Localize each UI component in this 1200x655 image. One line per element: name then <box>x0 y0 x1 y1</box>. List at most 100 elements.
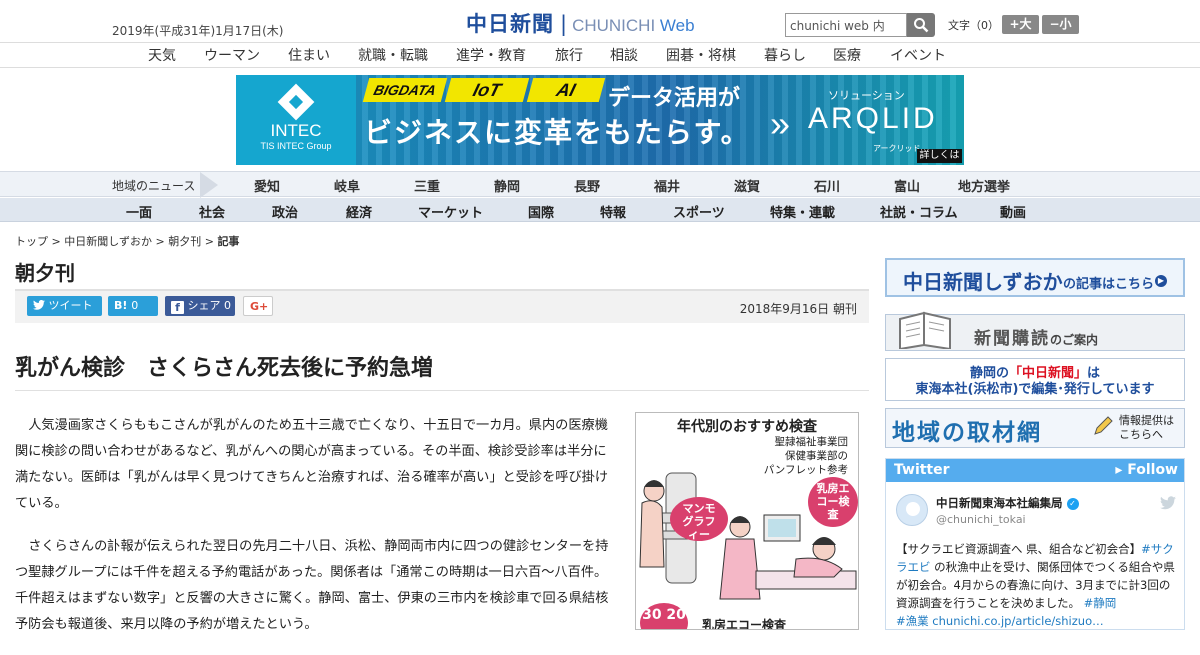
category-item[interactable]: 一面 <box>126 202 152 221</box>
search-input[interactable] <box>785 13 907 37</box>
figure-caption: 乳房エコー検査 <box>702 618 787 630</box>
tweet-author[interactable]: 中日新聞東海本社編集局 ✓ <box>936 495 1079 511</box>
region-item[interactable]: 福井 <box>654 176 680 195</box>
local-network-box[interactable]: 地域の取材網 情報提供は こちらへ <box>885 408 1185 448</box>
hashtag-link[interactable]: #静岡 <box>1084 596 1117 610</box>
service-nav-item[interactable]: 囲碁・将棋 <box>666 45 736 65</box>
service-nav-item[interactable]: 相談 <box>610 45 638 65</box>
article-body: 人気漫画家さくらももこさんが乳がんのため五十三歳で亡くなり、十五日で一カ月。県内… <box>15 413 615 655</box>
figure-title: 年代別のおすすめ検査 <box>677 419 817 435</box>
region-item[interactable]: 愛知 <box>254 176 280 195</box>
category-item[interactable]: 経済 <box>346 202 372 221</box>
twitter-widget-header: Twitter ▸ Follow <box>886 459 1184 482</box>
breadcrumb-link[interactable]: 朝夕刊 <box>168 235 201 248</box>
hashtag-link[interactable]: #漁業 <box>896 614 929 628</box>
shizuoka-link-box[interactable]: 中日新聞しずおか の記事はこちら ▶ <box>885 258 1185 297</box>
article-paragraph: 人気漫画家さくらももこさんが乳がんのため五十三歳で亡くなり、十五日で一カ月。県内… <box>15 418 609 511</box>
share-bar: ツイート B! 0 f シェア 0 G+ 2018年9月16日 朝刊 <box>15 289 869 323</box>
region-item[interactable]: 石川 <box>814 176 840 195</box>
ad-tag: BIGDATA <box>362 78 448 102</box>
region-item[interactable]: 滋賀 <box>734 176 760 195</box>
ad-banner[interactable]: INTEC TIS INTEC Group BIGDATA IoT AI データ… <box>236 75 964 165</box>
section-title: 朝夕刊 <box>15 261 75 285</box>
category-item[interactable]: 動画 <box>1000 202 1026 221</box>
category-item[interactable]: 社会 <box>199 202 225 221</box>
tweet-button[interactable]: ツイート <box>27 296 102 316</box>
follow-button[interactable]: ▸ Follow <box>1115 462 1178 478</box>
service-nav-item[interactable]: 進学・教育 <box>456 45 526 65</box>
ad-headline-1: データ活用が <box>608 86 741 111</box>
echo-bubble: 乳房エコー検査 <box>808 477 858 527</box>
font-smaller-button[interactable]: −小 <box>1042 15 1079 34</box>
divider <box>15 390 869 391</box>
tweet-text: 【サクラエビ資源調査へ 県、組合など初会合】#サクラエビ の秋漁中止を受け、関係… <box>896 542 1175 628</box>
search-button[interactable] <box>907 13 935 37</box>
ad-tag: AI <box>526 78 606 102</box>
verified-icon: ✓ <box>1066 498 1079 510</box>
service-nav-item[interactable]: 暮らし <box>764 45 806 65</box>
category-item[interactable]: 社説・コラム <box>880 202 958 221</box>
twitter-bird-icon <box>1160 496 1176 510</box>
avatar[interactable] <box>896 494 928 526</box>
facebook-share-label: シェア <box>187 299 221 312</box>
site-logo[interactable]: 中日新聞 | CHUNICHI Web <box>466 8 695 38</box>
service-nav-item[interactable]: 天気 <box>148 45 176 65</box>
chevrons-icon: » <box>770 103 791 144</box>
current-date: 2019年(平成31年)1月17日(木) <box>112 24 284 38</box>
ad-product: ARQLID <box>808 102 938 135</box>
fontsize-label: 文字（0） <box>948 19 999 32</box>
category-item[interactable]: 政治 <box>272 202 298 221</box>
pencil-icon <box>1094 416 1113 435</box>
regional-nav-label: 地域のニュース <box>112 179 196 193</box>
region-item[interactable]: 静岡 <box>494 176 520 195</box>
google-plus-button[interactable]: G+ <box>243 296 273 316</box>
subscribe-box[interactable]: 新聞購読のご案内 <box>885 311 1185 351</box>
medical-illustration <box>639 472 857 600</box>
twitter-widget-title: Twitter <box>894 462 950 478</box>
tweet-handle[interactable]: @chunichi_tokai <box>936 513 1026 526</box>
subscribe-sub: のご案内 <box>1050 333 1099 347</box>
region-item[interactable]: 三重 <box>414 176 440 195</box>
newspaper-book-icon <box>899 311 951 349</box>
category-item[interactable]: 特集・連載 <box>770 202 835 221</box>
breadcrumb-current: 記事 <box>217 235 240 248</box>
search-icon <box>914 18 929 33</box>
region-item[interactable]: 岐阜 <box>334 176 360 195</box>
service-nav-item[interactable]: 住まい <box>288 45 330 65</box>
region-item[interactable]: 地方選挙 <box>958 176 1010 195</box>
service-nav-item[interactable]: ウーマン <box>204 45 260 65</box>
category-item[interactable]: 特報 <box>600 202 626 221</box>
service-nav-item[interactable]: 旅行 <box>555 45 583 65</box>
category-item[interactable]: 国際 <box>528 202 554 221</box>
service-nav-item[interactable]: 就職・転職 <box>358 45 428 65</box>
local-network-title: 地域の取材網 <box>892 420 1042 446</box>
arrow-circle-icon: ▶ <box>1155 275 1167 287</box>
hatena-button[interactable]: B! 0 <box>108 296 158 316</box>
category-nav: 一面 社会 政治 経済 マーケット 国際 特報 スポーツ 特集・連載 社説・コラ… <box>0 198 1200 222</box>
font-larger-button[interactable]: +大 <box>1002 15 1039 34</box>
service-nav-item[interactable]: 医療 <box>833 45 861 65</box>
service-nav-item[interactable]: イベント <box>890 45 946 65</box>
facebook-share-button[interactable]: f シェア 0 <box>165 296 235 316</box>
arrow-icon <box>200 172 218 198</box>
category-item[interactable]: スポーツ <box>673 202 725 221</box>
article-figure[interactable]: 年代別のおすすめ検査 聖隷福祉事業団 保健事業部の パンフレット参考 マンモグラ… <box>635 412 859 630</box>
tokai-hq-box[interactable]: 静岡の「中日新聞」は 東海本社(浜松市)で編集･発行しています <box>885 358 1185 401</box>
ad-tag: IoT <box>444 78 530 102</box>
tweet-url-link[interactable]: chunichi.co.jp/article/shizuo… <box>929 614 1103 628</box>
shizuoka-link-sub: の記事はこちら <box>1063 277 1155 292</box>
region-item[interactable]: 長野 <box>574 176 600 195</box>
ad-detail-button[interactable]: 詳しくは <box>917 149 962 163</box>
subscribe-title: 新聞購読 <box>974 329 1050 349</box>
hatena-count: 0 <box>131 299 139 312</box>
article-paragraph: さくらさんの訃報が伝えられた翌日の先月二十八日、浜松、静岡両市内に四つの健診セン… <box>15 539 609 632</box>
region-item[interactable]: 富山 <box>894 176 920 195</box>
service-nav: 天気 ウーマン 住まい 就職・転職 進学・教育 旅行 相談 囲碁・将棋 暮らし … <box>0 43 1200 68</box>
breadcrumb-link[interactable]: 中日新聞しずおか <box>64 235 152 248</box>
breadcrumb: トップ > 中日新聞しずおか > 朝夕刊 > 記事 <box>15 235 240 248</box>
hatena-icon: B! <box>114 299 128 312</box>
category-item[interactable]: マーケット <box>418 202 483 221</box>
publish-date: 2018年9月16日 朝刊 <box>739 302 857 316</box>
breadcrumb-link[interactable]: トップ <box>15 235 48 248</box>
facebook-count: 0 <box>224 299 231 312</box>
